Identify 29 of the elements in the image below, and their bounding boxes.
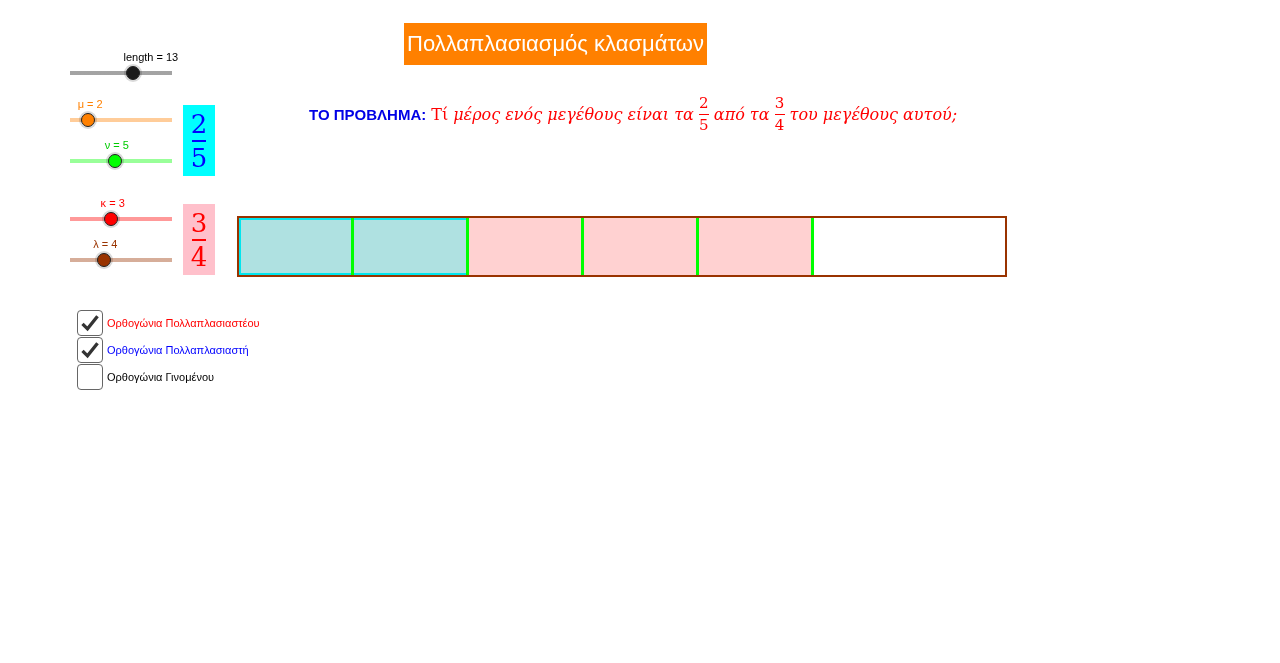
denominator: 4 bbox=[774, 116, 785, 134]
slider-label: λ = 4 bbox=[93, 237, 119, 251]
title-banner: Πολλαπλασιασμός κλασμάτων bbox=[404, 23, 707, 65]
slider-thumb[interactable] bbox=[81, 113, 96, 127]
numerator: 3 bbox=[190, 208, 208, 237]
checkbox[interactable] bbox=[77, 363, 103, 390]
slider-thumb[interactable] bbox=[107, 154, 122, 168]
problem-text: από τα bbox=[713, 104, 770, 124]
slider-label: ν = 5 bbox=[104, 138, 130, 152]
checkbox[interactable] bbox=[77, 309, 103, 336]
denominator: 4 bbox=[190, 242, 208, 271]
problem-label: ΤΟ ΠΡΟΒΛΗΜΑ: bbox=[309, 105, 427, 123]
slider-thumb[interactable] bbox=[103, 212, 118, 226]
problem-text: του μεγέθους αυτού; bbox=[789, 104, 958, 124]
checkbox-label: Ορθογώνια Πολλαπλασιαστή bbox=[107, 343, 249, 356]
slider-thumb[interactable] bbox=[96, 253, 111, 267]
denominator: 5 bbox=[699, 116, 709, 134]
problem-text: Τί bbox=[431, 104, 449, 124]
numerator: 3 bbox=[774, 94, 785, 112]
numerator: 2 bbox=[190, 109, 208, 138]
checkbox[interactable] bbox=[77, 336, 103, 363]
numerator: 2 bbox=[699, 94, 709, 112]
slider-label: κ = 3 bbox=[100, 196, 126, 210]
denominator: 5 bbox=[190, 143, 208, 172]
problem-text: μέρος ενός μεγέθους είναι τα bbox=[453, 104, 694, 124]
checkbox-label: Ορθογώνια Γινομένου bbox=[107, 370, 215, 383]
slider-label: μ = 2 bbox=[77, 97, 104, 111]
slider-thumb[interactable] bbox=[126, 66, 141, 80]
checkbox-label: Ορθογώνια Πολλαπλασιαστέου bbox=[107, 316, 260, 329]
